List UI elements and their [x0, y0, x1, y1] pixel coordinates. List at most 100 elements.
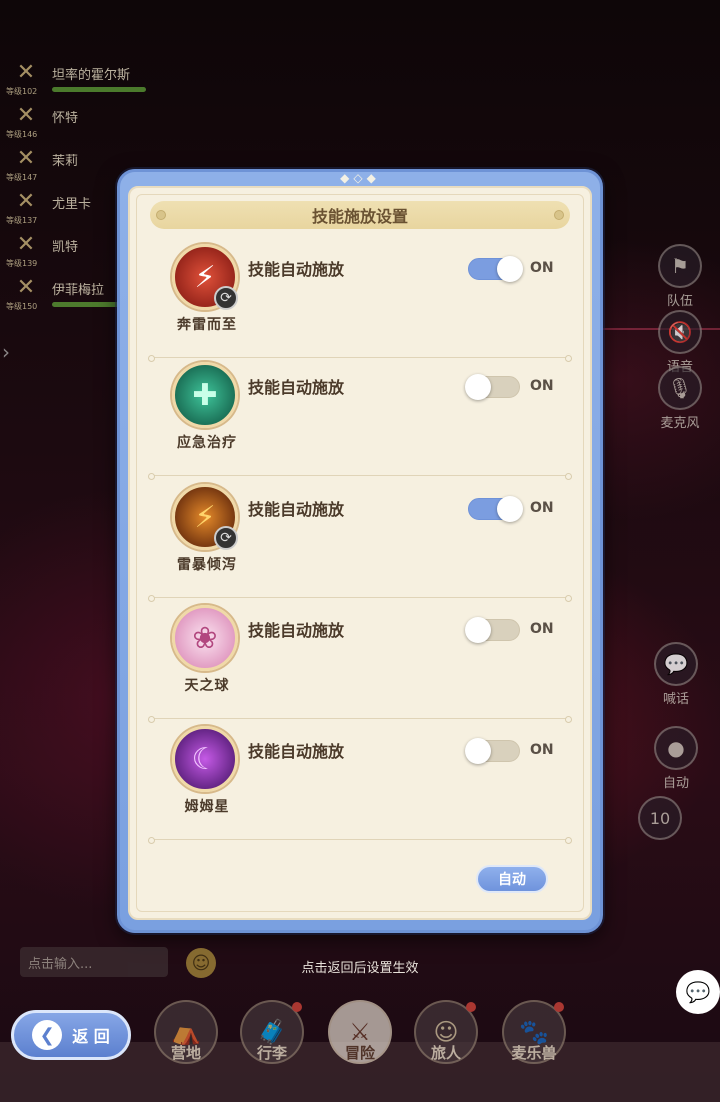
member-name: 凯特 — [52, 240, 79, 255]
member-level: 等级102 — [6, 87, 38, 96]
toggle-knob — [465, 374, 491, 400]
team-button[interactable]: ⚑ 队伍 — [650, 244, 710, 309]
member-level: 等级137 — [6, 216, 38, 225]
auto-cast-label: 技能自动施放 — [248, 621, 345, 640]
skill-row: ✚ 应急治疗 技能自动施放 ON — [148, 358, 572, 480]
nav-tab-traveler[interactable]: ☺ 旅人 — [410, 1000, 482, 1076]
party-member[interactable]: ✕ 怀特 等级146 — [6, 99, 146, 142]
skill-row: ❀ 天之球 技能自动施放 ON — [148, 601, 572, 723]
nav-tab-label: 旅人 — [430, 1044, 461, 1062]
nav-tab-luggage[interactable]: 🧳 行李 — [236, 1000, 308, 1076]
expand-party-chevron-icon[interactable]: › — [2, 340, 10, 364]
skill-name: 雷暴倾泻 — [177, 557, 237, 573]
auto-battle-button[interactable]: ● 自动 — [646, 726, 706, 791]
skill-name: 应急治疗 — [177, 435, 237, 451]
row-divider — [148, 716, 572, 723]
toggle-knob — [465, 738, 491, 764]
row-divider — [148, 473, 572, 480]
auto-icon: ● — [654, 726, 698, 770]
party-member[interactable]: ✕ 坦率的霍尔斯 等级102 — [6, 56, 146, 99]
auto-cast-toggle[interactable] — [468, 256, 523, 282]
team-label: 队伍 — [666, 294, 693, 309]
class-emblem-icon: ✕ — [16, 146, 36, 171]
notification-dot — [466, 1002, 476, 1012]
microphone-icon: 🎙 — [658, 366, 702, 410]
skill-cooldown-button[interactable]: 10 — [630, 796, 690, 840]
member-level: 等级146 — [6, 130, 38, 139]
toggle-state-label: ON — [530, 500, 554, 516]
mic-label: 麦克风 — [660, 416, 700, 431]
flag-icon: ⚑ — [658, 244, 702, 288]
auto-cast-toggle[interactable] — [465, 738, 520, 764]
shout-label: 喊话 — [662, 692, 689, 707]
skill-row: ⚡ ⟳ 雷暴倾泻 技能自动施放 ON — [148, 480, 572, 602]
member-name: 坦率的霍尔斯 — [52, 68, 131, 83]
member-level: 等级150 — [6, 302, 38, 311]
row-divider — [148, 837, 572, 844]
sky-orb-icon: ❀ — [192, 620, 218, 656]
nav-tab-pet[interactable]: 🐾 麦乐兽 — [498, 1000, 570, 1076]
back-button[interactable]: ❮ 返 回 — [11, 1010, 131, 1060]
cooldown-icon: 10 — [638, 796, 682, 840]
skill-icon: ❀ — [172, 605, 238, 671]
toggle-state-label: ON — [530, 260, 554, 276]
nav-tab-adventure[interactable]: ⚔ 冒险 — [324, 1000, 396, 1076]
auto-cast-label: 技能自动施放 — [248, 500, 345, 519]
auto-cast-toggle[interactable] — [468, 496, 523, 522]
member-name: 茉莉 — [52, 154, 79, 169]
auto-cast-label: 技能自动施放 — [248, 742, 345, 761]
class-emblem-icon: ✕ — [16, 275, 36, 300]
nav-tab-camp[interactable]: ⛺ 营地 — [150, 1000, 222, 1076]
member-hp-bar — [52, 87, 146, 92]
auto-side-label: 自动 — [662, 776, 689, 791]
skill-icon: ☾ — [172, 726, 238, 792]
member-level: 等级139 — [6, 259, 38, 268]
skill-name: 天之球 — [184, 678, 230, 694]
member-name: 伊菲梅拉 — [52, 283, 105, 298]
toggle-knob — [465, 617, 491, 643]
toggle-state-label: ON — [530, 621, 554, 637]
nav-tab-label: 冒险 — [344, 1044, 375, 1062]
auto-cast-label: 技能自动施放 — [248, 260, 345, 279]
speaker-muted-icon: 🔇 — [658, 310, 702, 354]
dialog-title: 技能施放设置 — [311, 207, 408, 226]
chat-bubble-icon: 💬 — [654, 642, 698, 686]
row-divider — [148, 595, 572, 602]
mic-button[interactable]: 🎙 麦克风 — [650, 366, 710, 431]
nav-tab-label: 营地 — [170, 1044, 201, 1062]
toggle-state-label: ON — [530, 378, 554, 394]
floating-chat-icon[interactable]: 💬 — [676, 970, 720, 1014]
skill-icon: ✚ — [172, 362, 238, 428]
shout-button[interactable]: 💬 喊话 — [646, 642, 706, 707]
dialog-title-bar: 技能施放设置 — [150, 201, 570, 229]
title-left-gem-icon — [156, 210, 166, 220]
healing-icon: ✚ — [192, 377, 218, 413]
class-emblem-icon: ✕ — [16, 189, 36, 214]
member-name: 怀特 — [52, 111, 79, 126]
notification-dot — [554, 1002, 564, 1012]
ornament-icon: ◆◇◆ — [340, 171, 380, 185]
refresh-icon: ⟳ — [214, 526, 238, 550]
skill-row: ☾ 姆姆星 技能自动施放 ON — [148, 722, 572, 844]
toggle-state-label: ON — [530, 742, 554, 758]
member-level: 等级147 — [6, 173, 38, 182]
skill-name: 姆姆星 — [184, 799, 230, 815]
skill-row: ⚡ ⟳ 奔雷而至 技能自动施放 ON — [148, 240, 572, 362]
toggle-knob — [497, 256, 523, 282]
auto-cast-toggle[interactable] — [465, 617, 520, 643]
notification-dot — [292, 1002, 302, 1012]
auto-button[interactable]: 自动 — [476, 865, 548, 893]
nav-tab-label: 麦乐兽 — [511, 1044, 557, 1062]
back-label: 返 回 — [72, 1027, 110, 1046]
back-arrow-icon: ❮ — [32, 1020, 63, 1050]
auto-cast-label: 技能自动施放 — [248, 378, 345, 397]
mumu-star-icon: ☾ — [191, 741, 219, 777]
class-emblem-icon: ✕ — [16, 232, 36, 257]
settings-hint: 点击返回后设置生效 — [301, 961, 419, 976]
class-emblem-icon: ✕ — [16, 60, 36, 85]
refresh-icon: ⟳ — [214, 286, 238, 310]
nav-tab-label: 行李 — [256, 1044, 287, 1062]
auto-cast-toggle[interactable] — [465, 374, 520, 400]
skill-name: 奔雷而至 — [177, 317, 237, 333]
toggle-knob — [497, 496, 523, 522]
